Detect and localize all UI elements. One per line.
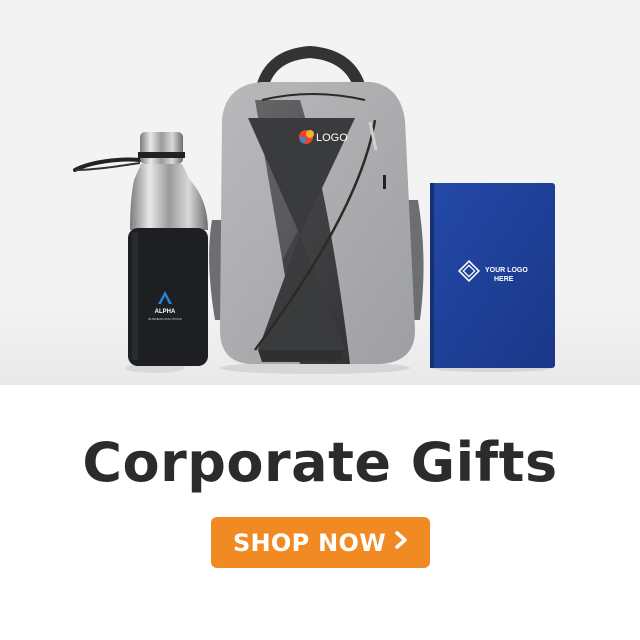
notebook-logo-subtext: HERE	[494, 276, 514, 283]
backpack-image: LOGO	[209, 45, 424, 374]
page-title: Corporate Gifts	[82, 431, 558, 494]
products-illustration: ALPHA BUSINESS SOLUTIONS LOGO YOUR LOGO …	[0, 45, 640, 385]
hero-banner-image: ALPHA BUSINESS SOLUTIONS LOGO YOUR LOGO …	[0, 0, 640, 385]
bottle-brand-text: ALPHA	[155, 309, 176, 315]
notebook-logo-text: YOUR LOGO	[485, 267, 528, 274]
shop-now-label: SHOP NOW	[232, 528, 387, 557]
shop-now-button[interactable]: SHOP NOW	[211, 517, 430, 568]
backpack-logo-text: LOGO	[316, 132, 348, 144]
notebook-image: YOUR LOGO HERE	[430, 183, 555, 372]
backpack-logo: LOGO	[299, 130, 348, 144]
chevron-right-icon	[394, 530, 408, 555]
bottle-brand-subtext: BUSINESS SOLUTIONS	[148, 317, 181, 321]
